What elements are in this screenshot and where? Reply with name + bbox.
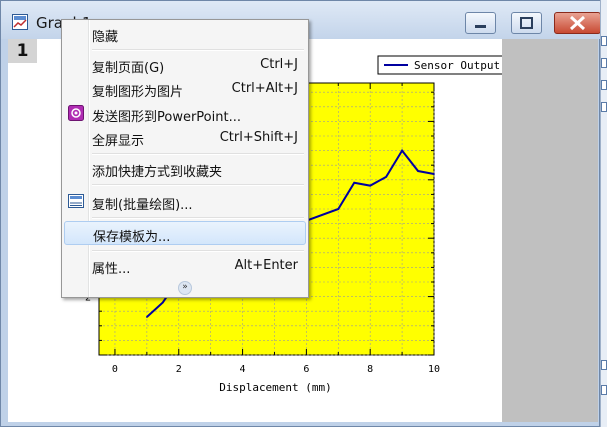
expand-menu-button[interactable]: » bbox=[178, 281, 192, 295]
data-point bbox=[146, 316, 148, 318]
menu-item-full-screen[interactable]: 全屏显示 Ctrl+Shift+J bbox=[64, 126, 306, 150]
x-axis-tick-label: 2 bbox=[176, 364, 182, 375]
graph-window-icon[interactable] bbox=[12, 14, 28, 30]
data-point bbox=[353, 181, 356, 184]
menu-item-properties[interactable]: 属性... Alt+Enter bbox=[64, 254, 306, 278]
data-point bbox=[433, 173, 435, 175]
x-axis-tick-label: 8 bbox=[367, 364, 373, 375]
data-point bbox=[401, 149, 403, 152]
legend-label: Sensor Output bbox=[414, 59, 500, 72]
menu-item-send-to-powerpoint[interactable]: 发送图形到PowerPoint... bbox=[64, 102, 306, 126]
menu-item-copy-page[interactable]: 复制页面(G) Ctrl+J bbox=[64, 53, 306, 77]
x-axis-tick-label: 0 bbox=[112, 364, 118, 375]
close-icon bbox=[569, 15, 586, 31]
batch-plot-icon bbox=[68, 194, 84, 208]
data-point bbox=[162, 301, 164, 304]
menu-separator bbox=[92, 250, 304, 252]
data-point bbox=[417, 170, 419, 172]
layer-1-tab[interactable]: 1 bbox=[8, 39, 37, 63]
data-point bbox=[337, 208, 340, 210]
data-point bbox=[369, 184, 371, 187]
menu-separator bbox=[92, 49, 304, 51]
toolbar-icon[interactable] bbox=[601, 80, 607, 90]
maximize-button[interactable] bbox=[511, 12, 542, 34]
toolbar-icon[interactable] bbox=[601, 102, 607, 112]
menu-item-save-template-as[interactable]: 保存模板为... bbox=[64, 221, 306, 245]
toolbar-icon[interactable] bbox=[601, 36, 607, 46]
powerpoint-icon bbox=[68, 105, 84, 121]
minimize-icon bbox=[475, 25, 486, 28]
x-axis-tick-label: 6 bbox=[303, 364, 309, 375]
x-axis-label: Displacement (mm) bbox=[219, 381, 332, 394]
context-menu: 隐藏 复制页面(G) Ctrl+J 复制图形为图片 Ctrl+Alt+J 发送图… bbox=[61, 19, 309, 298]
maximize-icon bbox=[520, 17, 533, 29]
menu-item-batch-plot-copy[interactable]: 复制(批量绘图)... bbox=[64, 190, 306, 214]
toolbar-icon[interactable] bbox=[601, 385, 607, 395]
menu-item-add-to-favorites[interactable]: 添加快捷方式到收藏夹 bbox=[64, 157, 306, 181]
menu-separator bbox=[92, 184, 304, 186]
x-axis-tick-label: 4 bbox=[240, 364, 246, 375]
x-axis-tick-label: 10 bbox=[428, 364, 440, 375]
close-button[interactable] bbox=[554, 12, 601, 34]
menu-separator bbox=[92, 217, 304, 219]
menu-separator bbox=[92, 153, 304, 155]
menu-item-hide[interactable]: 隐藏 bbox=[64, 22, 306, 46]
toolbar-icon[interactable] bbox=[601, 360, 607, 370]
minimize-button[interactable] bbox=[465, 12, 496, 34]
menu-item-copy-graph-as-image[interactable]: 复制图形为图片 Ctrl+Alt+J bbox=[64, 77, 306, 101]
data-point bbox=[385, 176, 387, 178]
toolbar-icon[interactable] bbox=[601, 58, 607, 68]
